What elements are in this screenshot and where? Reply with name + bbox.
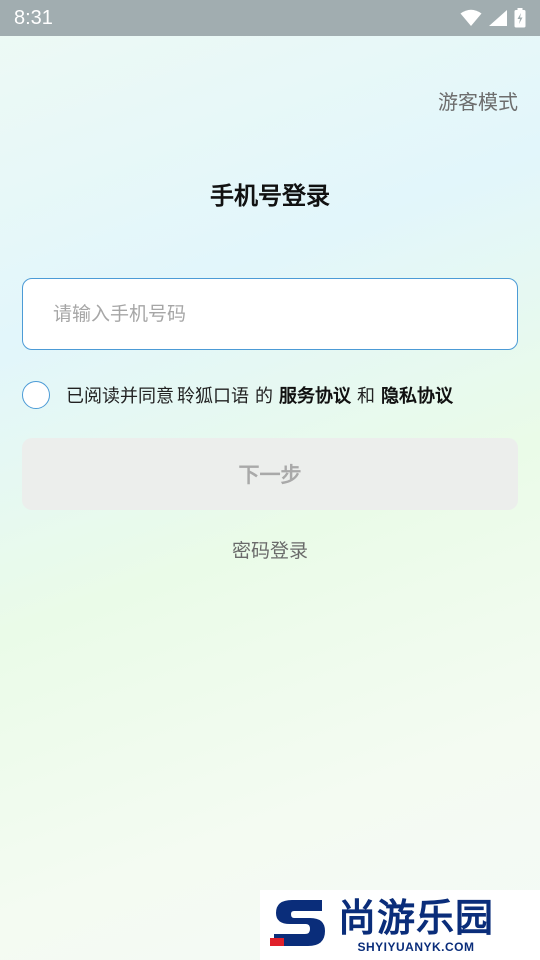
password-login-link[interactable]: 密码登录 xyxy=(0,536,540,563)
site-watermark: 尚游乐园 SHYIYUANYK.COM xyxy=(260,890,540,960)
battery-charging-icon xyxy=(514,8,526,28)
phone-number-input[interactable] xyxy=(22,278,518,350)
status-icons xyxy=(460,8,526,28)
wifi-icon xyxy=(460,9,482,27)
watermark-subtitle: SHYIYUANYK.COM xyxy=(357,940,475,954)
agreement-prefix: 已阅读并同意 xyxy=(66,386,174,407)
agreement-app-name: 聆狐口语 xyxy=(177,386,249,407)
agreement-checkbox[interactable] xyxy=(22,381,50,409)
watermark-text: 尚游乐园 SHYIYUANYK.COM xyxy=(338,896,494,954)
agreement-connector: 的 xyxy=(255,386,273,407)
privacy-agreement-link[interactable]: 隐私协议 xyxy=(381,382,453,408)
watermark-title: 尚游乐园 xyxy=(338,896,495,940)
next-step-button[interactable]: 下一步 xyxy=(22,438,518,510)
guest-mode-link[interactable]: 游客模式 xyxy=(438,86,518,115)
signal-icon xyxy=(488,9,508,27)
agreement-row: 已阅读并同意 聆狐口语 的 服务协议 和 隐私协议 xyxy=(22,380,456,410)
service-agreement-link[interactable]: 服务协议 xyxy=(279,382,351,408)
watermark-s-logo-icon xyxy=(270,894,330,956)
status-bar: 8:31 xyxy=(0,0,540,36)
agreement-connector-and: 和 xyxy=(357,386,375,407)
status-time: 8:31 xyxy=(14,6,53,29)
page-title: 手机号登录 xyxy=(210,182,330,210)
